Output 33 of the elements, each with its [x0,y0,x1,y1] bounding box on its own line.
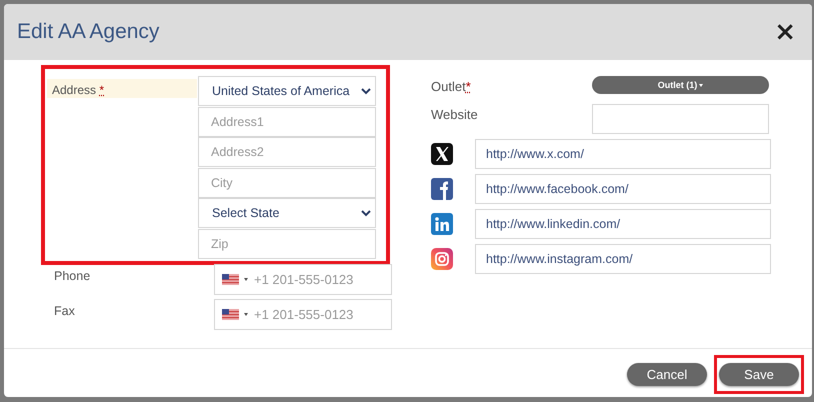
flag-icon [222,274,239,285]
facebook-icon [431,178,453,200]
instagram-icon [431,248,453,270]
input-field[interactable]: Address2 [198,137,376,168]
website-label: Website [431,106,479,122]
select-field[interactable]: Select State [198,198,376,228]
url-field[interactable]: http://www.linkedin.com/ [475,209,771,239]
caret-icon [244,278,248,281]
caret-icon [244,313,248,316]
field-label: Phone [53,268,92,283]
flag-icon [222,309,239,320]
dialog-button[interactable]: Cancel [627,362,707,386]
dialog-title: Edit AA Agency [17,20,160,44]
phone-field[interactable]: +1 201-555-0123 [214,299,392,330]
url-field[interactable]: http://www.x.com/ [475,139,771,169]
input-field[interactable]: Zip [198,228,376,259]
phone-field[interactable]: +1 201-555-0123 [214,264,392,295]
outlet-label: Outlet* [431,78,472,94]
url-field[interactable]: http://www.instagram.com/ [475,244,771,274]
input-field[interactable]: Address1 [198,106,376,137]
address-label: Address * [47,79,197,98]
website-field[interactable] [592,104,769,134]
chevron-icon [361,210,371,217]
x-logo-icon [431,143,453,165]
input-field[interactable]: City [198,168,376,198]
linkedin-icon [431,213,453,235]
field-label: Fax [53,303,76,318]
close-button[interactable]: × [770,19,800,45]
chevron-icon [361,88,371,94]
outlet-dropdown[interactable]: Outlet (1) [592,76,769,94]
select-field[interactable]: United States of America [198,76,376,106]
dialog-button[interactable]: Save [719,362,799,386]
url-field[interactable]: http://www.facebook.com/ [475,174,771,204]
